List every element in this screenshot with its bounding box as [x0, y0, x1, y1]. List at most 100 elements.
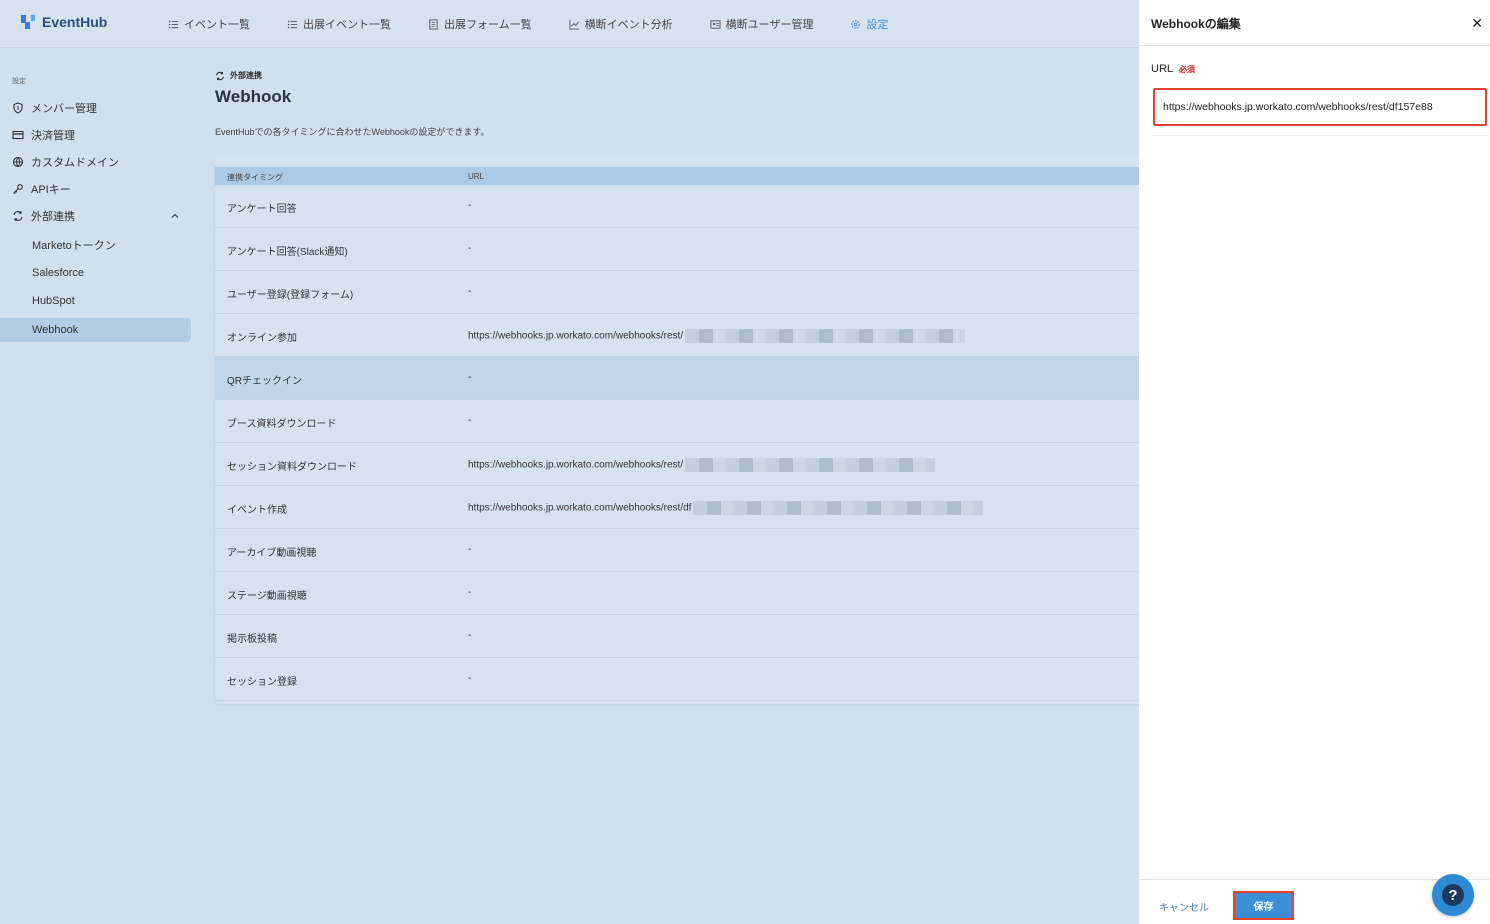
divider [1139, 45, 1490, 46]
breadcrumb: 外部連携 [215, 70, 262, 81]
url-cell: - [468, 372, 471, 383]
table-row[interactable]: イベント作成 https://webhooks.jp.workato.com/we… [215, 486, 1139, 529]
url-text: - [468, 243, 472, 254]
sidebar-item-hubspot[interactable]: HubSpot [0, 289, 191, 313]
gear-icon [851, 19, 861, 29]
required-badge: 必須 [1179, 65, 1196, 74]
nav-item-exhibit-forms[interactable]: 出展フォーム一覧 [428, 16, 532, 32]
nav-item-settings[interactable]: 設定 [850, 16, 888, 32]
table-row[interactable]: ブース資料ダウンロード - [215, 400, 1139, 443]
nav-item-exhibit-events[interactable]: 出展イベント一覧 [287, 16, 391, 32]
brand-logo[interactable]: EventHub [18, 12, 107, 32]
sidebar-item-custom-domain[interactable]: カスタムドメイン [0, 150, 191, 174]
globe-icon [12, 156, 24, 168]
url-text: - [468, 587, 472, 598]
nav-item-events[interactable]: イベント一覧 [168, 16, 250, 32]
key-icon [13, 184, 23, 194]
table-row[interactable]: アーカイブ動画視聴 - [215, 529, 1139, 572]
timing-cell: ユーザー登録(登録フォーム) [227, 290, 354, 301]
url-text: https://webhooks.jp.workato.com/webhooks… [468, 502, 692, 514]
redacted-block [685, 329, 966, 343]
nav-item-cross-analytics[interactable]: 横断イベント分析 [569, 16, 673, 32]
url-text: - [468, 372, 472, 383]
url-cell: https://webhooks.jp.workato.com/webhooks… [468, 501, 984, 515]
sync-icon [216, 71, 224, 80]
url-cell: - [468, 587, 471, 598]
timing-cell: アンケート回答 [227, 204, 297, 215]
redacted-block [693, 501, 984, 515]
url-cell: - [468, 200, 471, 211]
table-row[interactable]: アンケート回答 - [215, 185, 1139, 228]
timing-cell: セッション登録 [227, 677, 297, 688]
sidebar: 設定 メンバー管理 決済管理 カスタムドメイン APIキー 外部連携 Marke… [0, 48, 200, 924]
timing-cell: QRチェックイン [227, 376, 302, 387]
sidebar-item-members[interactable]: メンバー管理 [0, 96, 191, 120]
table-row[interactable]: オンライン参加 https://webhooks.jp.workato.com/w… [215, 314, 1139, 357]
table-row[interactable]: セッション登録 - [215, 658, 1139, 701]
table-row[interactable]: アンケート回答(Slack通知) - [215, 228, 1139, 271]
help-icon: ? [1442, 884, 1464, 906]
url-text: - [468, 286, 472, 297]
url-field-label: URL 必須 [1151, 63, 1195, 75]
page-title: Webhook [215, 87, 292, 106]
timing-cell: ブース資料ダウンロード [227, 419, 337, 430]
table-row[interactable]: ユーザー登録(登録フォーム) - [215, 271, 1139, 314]
page-description: EventHubでの各タイミングに合わせたWebhookの設定ができます。 [215, 127, 490, 137]
url-text: https://webhooks.jp.workato.com/webhooks… [468, 330, 684, 342]
url-label: URL [1151, 63, 1174, 75]
url-cell: - [468, 630, 471, 641]
table-header: 連携タイミング URL [215, 167, 1139, 185]
cancel-button[interactable]: キャンセル [1159, 899, 1209, 914]
breadcrumb-label: 外部連携 [230, 71, 262, 80]
sidebar-item-payments[interactable]: 決済管理 [0, 123, 191, 147]
timing-cell: 掲示板投稿 [227, 634, 277, 645]
sidebar-item-api-key[interactable]: APIキー [0, 177, 191, 201]
column-header-url: URL [468, 172, 485, 181]
table-row[interactable]: ステージ動画視聴 - [215, 572, 1139, 615]
chart-icon [569, 19, 579, 30]
url-cell: - [468, 243, 471, 254]
list-icon [287, 20, 298, 28]
timing-cell: オンライン参加 [227, 333, 297, 344]
timing-cell: アンケート回答(Slack通知) [227, 247, 348, 258]
sidebar-section-label: 設定 [12, 78, 26, 85]
url-text: - [468, 544, 472, 555]
chevron-up-icon[interactable] [171, 212, 179, 220]
url-text: - [468, 200, 472, 211]
main-nav: イベント一覧 出展イベント一覧 出展フォーム一覧 横断イベント分析 横断ユーザー… [168, 0, 925, 48]
help-button[interactable]: ? [1432, 874, 1474, 916]
url-text: - [468, 630, 472, 641]
sidebar-item-integrations[interactable]: 外部連携 [0, 204, 191, 228]
url-input[interactable] [1153, 88, 1487, 126]
svg-text:?: ? [1448, 887, 1457, 904]
eventhub-logo-icon [21, 15, 35, 29]
url-cell: - [468, 544, 471, 555]
nav-item-cross-users[interactable]: 横断ユーザー管理 [710, 16, 813, 32]
sync-icon [13, 211, 23, 221]
timing-cell: ステージ動画視聴 [227, 591, 307, 602]
sidebar-item-salesforce[interactable]: Salesforce [0, 261, 191, 285]
shield-icon [13, 102, 23, 114]
url-cell: - [468, 673, 471, 684]
url-text: https://webhooks.jp.workato.com/webhooks… [468, 459, 684, 471]
drawer-title: Webhookの編集 [1151, 17, 1241, 31]
url-cell: https://webhooks.jp.workato.com/webhooks… [468, 458, 936, 472]
list-icon [168, 20, 179, 28]
user-card-icon [710, 19, 721, 29]
url-cell: - [468, 286, 471, 297]
save-button[interactable]: 保存 [1233, 891, 1294, 920]
webhook-table: 連携タイミング URL アンケート回答 - アンケート回答(Slack通知) - ユーザ… [215, 155, 1139, 704]
webhook-edit-drawer: Webhookの編集 ✕ URL 必須 キャンセル 保存 [1139, 0, 1490, 924]
redacted-block [685, 458, 936, 472]
sidebar-item-webhook[interactable]: Webhook [0, 318, 191, 342]
table-row[interactable]: セッション資料ダウンロード https://webhooks.jp.workato… [215, 443, 1139, 486]
timing-cell: アーカイブ動画視聴 [227, 548, 317, 559]
column-header-timing: 連携タイミング [227, 173, 283, 182]
url-cell: - [468, 415, 471, 426]
url-text: - [468, 673, 472, 684]
close-icon[interactable]: ✕ [1471, 15, 1483, 32]
url-cell: https://webhooks.jp.workato.com/webhooks… [468, 329, 966, 343]
sidebar-item-marketo[interactable]: Marketoトークン [0, 233, 191, 257]
table-row[interactable]: 掲示板投稿 - [215, 615, 1139, 658]
table-row[interactable]: QRチェックイン - [215, 357, 1139, 400]
